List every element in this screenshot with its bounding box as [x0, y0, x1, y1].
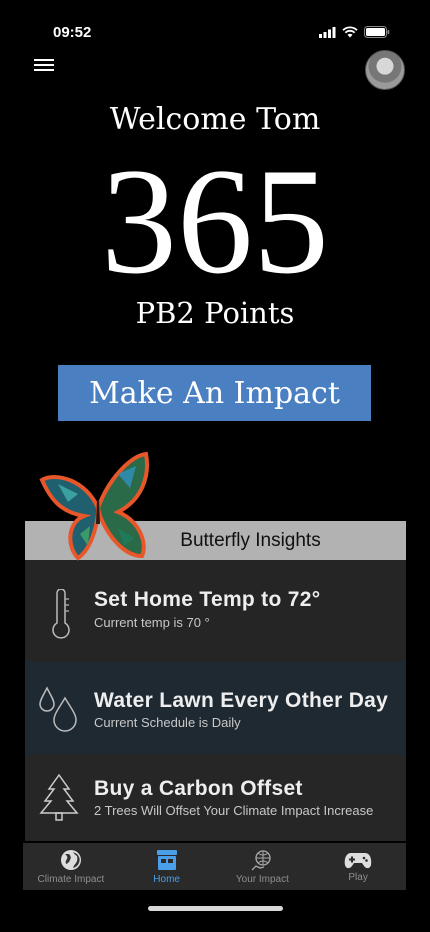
- hand-globe-icon: [251, 850, 272, 871]
- insight-subtitle: Current temp is 70 °: [94, 615, 210, 630]
- tree-icon: [39, 773, 79, 821]
- tab-label: Home: [153, 874, 180, 885]
- insight-subtitle: 2 Trees Will Offset Your Climate Impact …: [94, 803, 374, 818]
- gamepad-icon: [344, 853, 372, 869]
- tab-label: Climate Impact: [37, 874, 105, 885]
- water-drops-icon: [39, 686, 77, 732]
- welcome-text: Welcome Tom: [109, 102, 321, 137]
- cellular-signal-icon: [319, 26, 336, 38]
- tab-your-impact[interactable]: Your Impact: [215, 843, 311, 890]
- points-value: 365: [101, 137, 329, 305]
- status-bar: 09:52: [0, 0, 430, 50]
- avatar[interactable]: [365, 50, 405, 90]
- make-impact-button[interactable]: Make An Impact: [58, 365, 371, 421]
- system-icons: [319, 26, 390, 38]
- insight-subtitle: Current Schedule is Daily: [94, 715, 241, 730]
- thermometer-icon: [52, 589, 70, 639]
- insight-title: Buy a Carbon Offset: [94, 777, 303, 800]
- insight-row-water[interactable]: Current Schedule is Daily Water Lawn Eve…: [25, 662, 406, 754]
- wifi-icon: [342, 26, 358, 38]
- tab-play[interactable]: Play: [310, 843, 406, 890]
- butterfly-icon: [39, 451, 149, 561]
- points-label: PB2 Points: [135, 296, 295, 330]
- home-icon: [156, 850, 177, 870]
- hamburger-menu-icon[interactable]: [34, 56, 54, 72]
- home-indicator: [148, 906, 283, 911]
- tab-label: Play: [348, 872, 368, 883]
- status-time: 09:52: [53, 24, 92, 41]
- insight-row-offset[interactable]: Buy a Carbon Offset 2 Trees Will Offset …: [25, 755, 406, 839]
- globe-icon: [60, 850, 81, 870]
- insight-title: Set Home Temp to 72°: [94, 588, 321, 611]
- battery-icon: [364, 26, 390, 38]
- insight-row-temp[interactable]: Current temp is 70 ° Set Home Temp to 72…: [25, 561, 406, 661]
- tab-label: Your Impact: [235, 874, 289, 885]
- insight-title: Water Lawn Every Other Day: [94, 689, 389, 712]
- insights-panel: Butterfly Insights Current temp is 70 ° …: [25, 521, 406, 841]
- tab-home[interactable]: Home: [119, 843, 215, 890]
- tab-climate-impact[interactable]: Climate Impact: [23, 843, 119, 890]
- tab-bar: Climate Impact Home Your Impact Play: [23, 843, 406, 890]
